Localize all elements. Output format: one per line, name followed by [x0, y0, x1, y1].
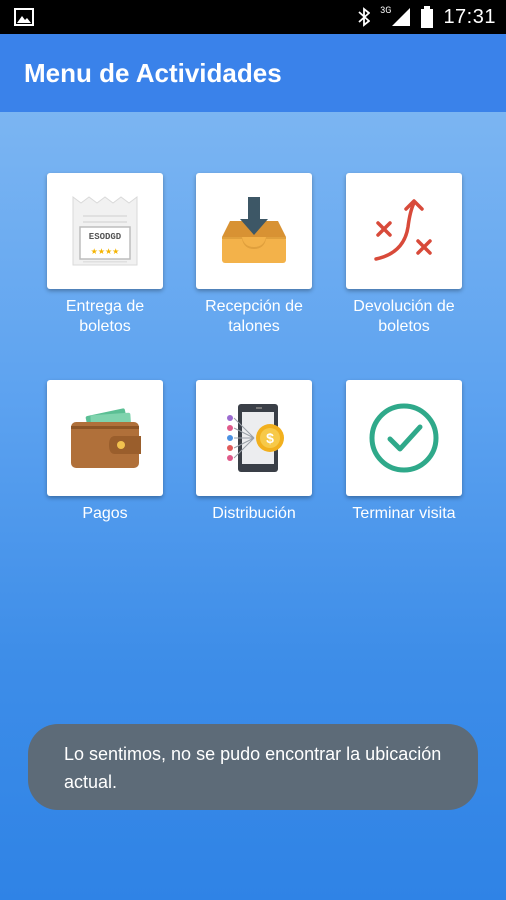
tile-label-line1: Devolución de — [353, 298, 455, 315]
check-circle-icon — [369, 403, 439, 473]
tile-card-devolucion[interactable] — [346, 173, 462, 289]
tile-label-line1: Pagos — [82, 505, 128, 522]
tile-label: Devolución de boletos — [334, 297, 474, 337]
distribution-phone-icon: $ — [227, 404, 284, 472]
network-type: 3G — [380, 6, 392, 16]
ticket-stars: ★★★★ — [91, 247, 120, 256]
ticket-icon: ESODGD ★★★★ — [72, 196, 138, 266]
tile-label-line2: boletos — [378, 318, 430, 335]
tile-terminar-visita[interactable]: Terminar visita — [344, 380, 464, 524]
tile-label-line1: Terminar visita — [352, 505, 456, 522]
tile-label: Terminar visita — [334, 504, 474, 524]
inbox-tray-icon — [222, 197, 286, 263]
app-bar: Menu de Actividades — [0, 34, 506, 112]
signal-icon — [392, 8, 411, 26]
tile-recepcion-talones[interactable]: Recepción de talones — [194, 173, 314, 337]
tile-label-line2: talones — [228, 318, 280, 335]
svg-text:$: $ — [266, 430, 274, 446]
tile-label: Pagos — [35, 504, 175, 524]
tile-card-entrega[interactable]: ESODGD ★★★★ — [47, 173, 163, 289]
tile-label-line2: boletos — [79, 318, 131, 335]
tile-card-terminar[interactable] — [346, 380, 462, 496]
status-time: 17:31 — [443, 5, 496, 28]
tile-label-line1: Recepción de — [205, 298, 303, 315]
tile-label-line1: Entrega de — [65, 298, 145, 315]
tile-label: Distribución — [184, 504, 324, 524]
tile-card-distribucion[interactable]: $ — [196, 380, 312, 496]
tile-card-recepcion[interactable] — [196, 173, 312, 289]
wallet-icon — [71, 408, 141, 468]
page-title: Menu de Actividades — [24, 57, 282, 88]
tile-pagos[interactable]: Pagos — [45, 380, 165, 524]
bluetooth-icon — [358, 7, 371, 27]
tile-label: Recepción de talones — [184, 297, 324, 337]
gallery-icon — [14, 8, 34, 26]
toast-message: Lo sentimos, no se pudo encontrar la ubi… — [28, 724, 478, 810]
tile-devolucion-boletos[interactable]: Devolución de boletos — [344, 173, 464, 337]
tile-entrega-boletos[interactable]: ESODGD ★★★★ Entrega de boletos — [45, 173, 165, 337]
strategy-arrow-icon — [374, 199, 432, 261]
status-bar: 3G 17:31 — [0, 0, 506, 34]
battery-icon — [421, 6, 434, 28]
tile-label: Entrega de boletos — [35, 297, 175, 337]
tile-distribucion[interactable]: $ Distribución — [194, 380, 314, 524]
tile-label-line1: Distribución — [212, 505, 296, 522]
tile-card-pagos[interactable] — [47, 380, 163, 496]
ticket-code: ESODGD — [89, 232, 122, 242]
